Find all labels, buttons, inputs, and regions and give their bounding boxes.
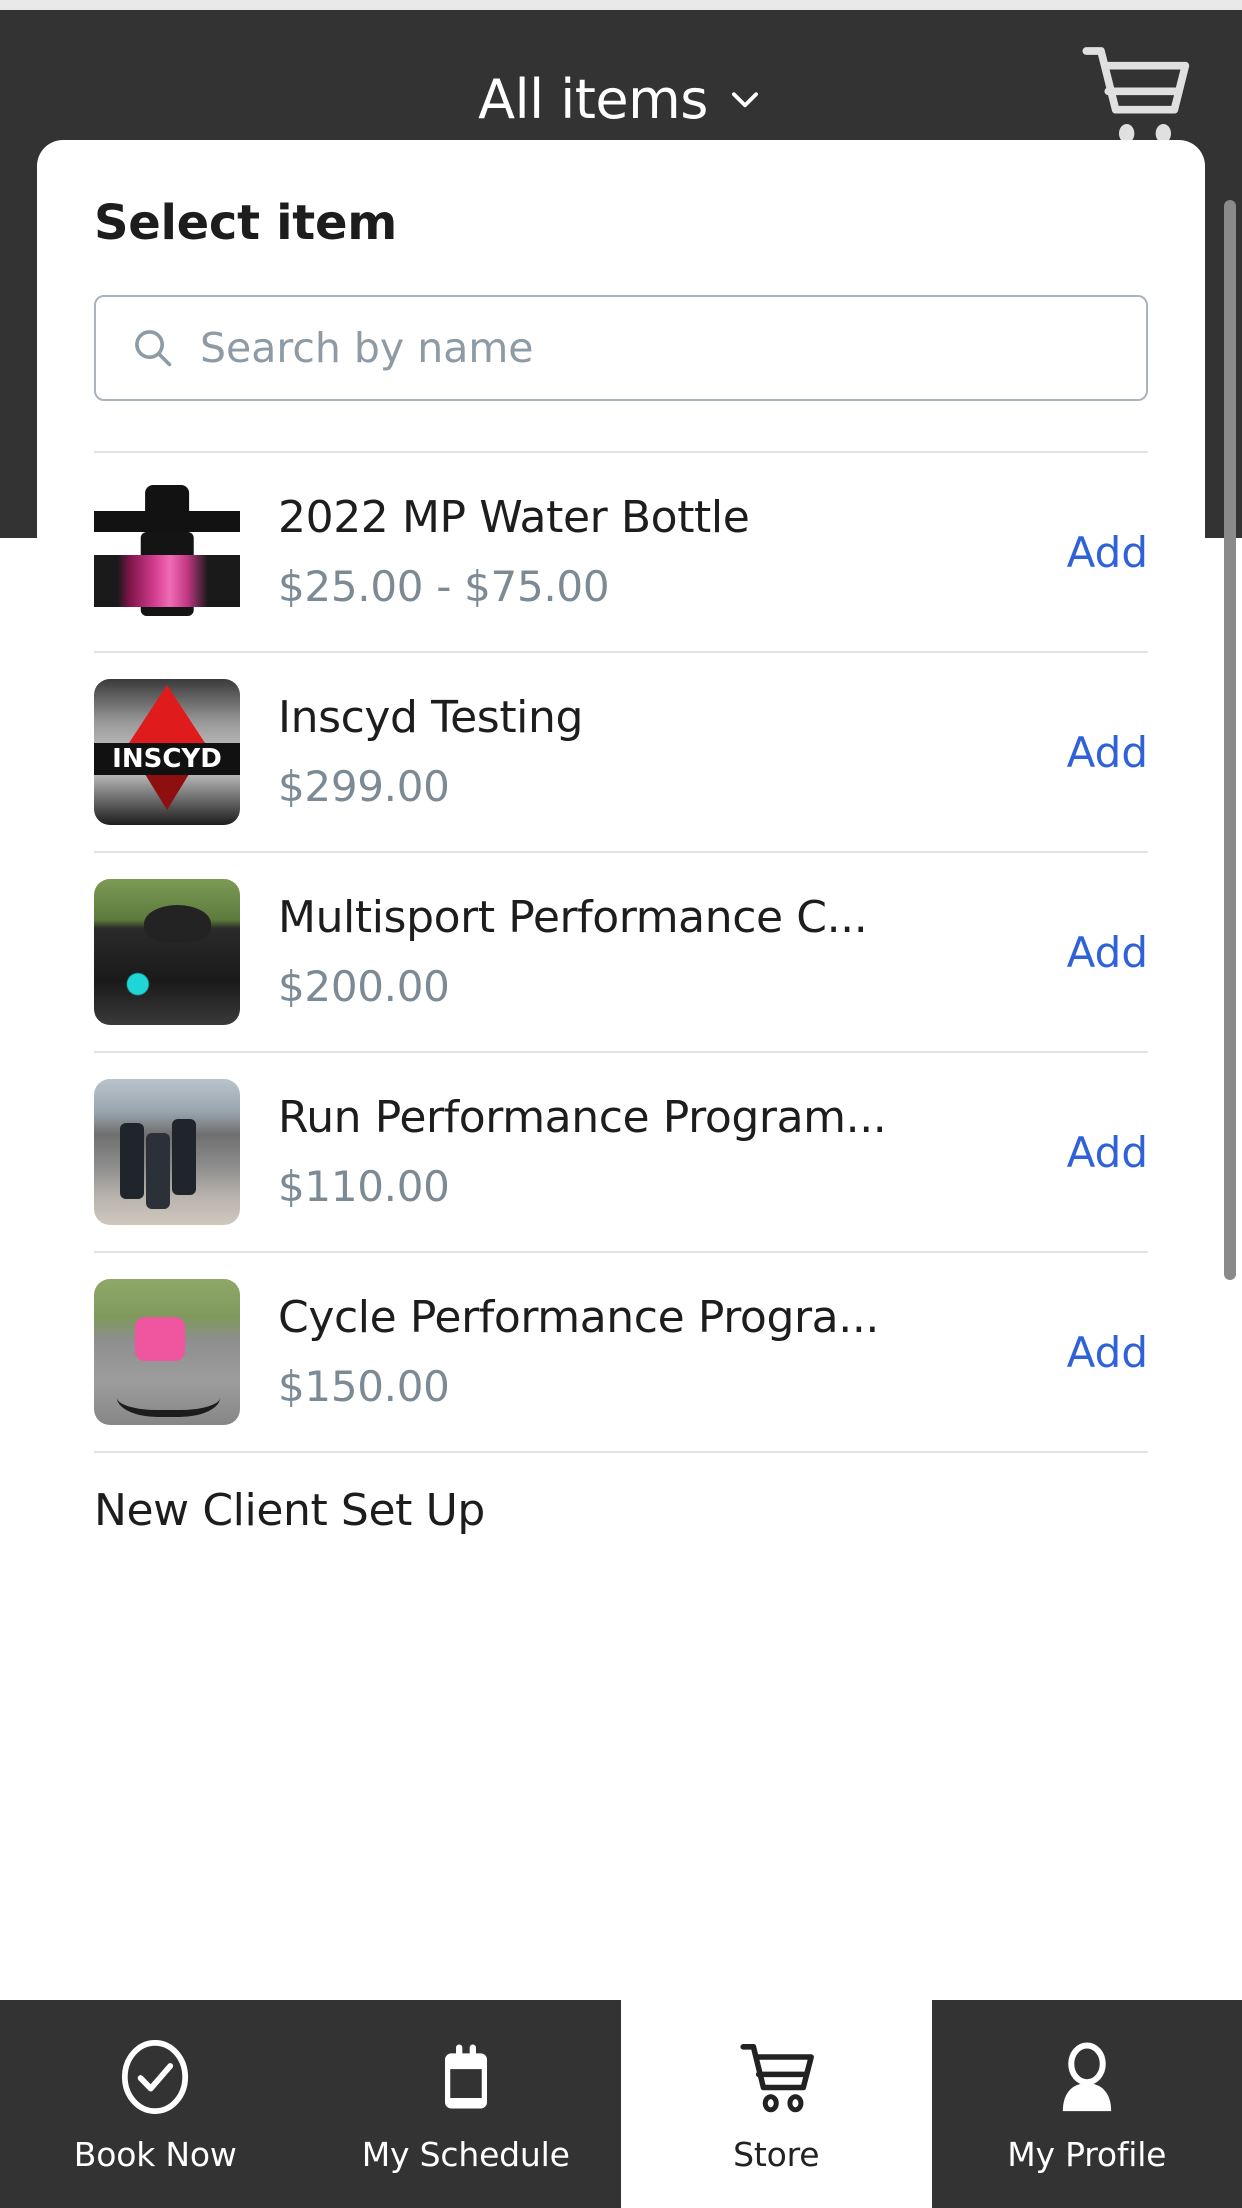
inscyd-logo-thumbnail: INSCYD bbox=[94, 679, 240, 825]
list-item[interactable]: Cycle Performance Progra... $150.00 Add bbox=[94, 1253, 1148, 1451]
list-item[interactable]: Run Performance Program... $110.00 Add bbox=[94, 1053, 1148, 1251]
water-bottle-thumbnail bbox=[94, 479, 240, 625]
nav-label: Book Now bbox=[73, 2134, 237, 2174]
nav-label: Store bbox=[733, 2134, 820, 2174]
item-name: Inscyd Testing bbox=[278, 693, 584, 744]
list-item[interactable]: 2022 MP Water Bottle $25.00 - $75.00 Add bbox=[94, 453, 1148, 651]
app-screen: All items Select item Search by name 202… bbox=[0, 0, 1242, 2208]
list-item[interactable]: INSCYD Inscyd Testing $299.00 Add bbox=[94, 653, 1148, 851]
add-button[interactable]: Add bbox=[1057, 928, 1148, 977]
add-button[interactable]: Add bbox=[1057, 1128, 1148, 1177]
add-button[interactable]: Add bbox=[1057, 1328, 1148, 1377]
status-strip bbox=[0, 0, 1242, 10]
nav-label: My Schedule bbox=[361, 2134, 570, 2174]
add-button[interactable]: Add bbox=[1057, 728, 1148, 777]
cart-button[interactable] bbox=[1074, 40, 1194, 150]
calendar-icon bbox=[444, 2043, 487, 2108]
item-name: Run Performance Program... bbox=[278, 1093, 887, 1144]
all-items-dropdown[interactable]: All items bbox=[478, 68, 764, 131]
list-item[interactable]: Multisport Performance C... $200.00 Add bbox=[94, 853, 1148, 1051]
page-title: Select item bbox=[94, 195, 397, 251]
select-item-sheet: Select item Search by name 2022 MP Water… bbox=[37, 140, 1205, 2208]
item-info: New Client Set Up bbox=[94, 1486, 1148, 1537]
item-price: $25.00 - $75.00 bbox=[278, 561, 610, 611]
item-price: $200.00 bbox=[278, 961, 450, 1011]
nav-item-book-now[interactable]: Book Now bbox=[0, 2000, 311, 2208]
search-icon bbox=[135, 330, 172, 367]
item-price: $150.00 bbox=[278, 1361, 450, 1411]
list-item[interactable]: New Client Set Up bbox=[94, 1453, 1148, 1543]
shopping-cart-icon bbox=[1082, 47, 1190, 144]
nav-item-store[interactable]: Store bbox=[621, 2000, 932, 2208]
item-price: $299.00 bbox=[278, 761, 450, 811]
item-name: New Client Set Up bbox=[94, 1485, 485, 1536]
chevron-down-icon bbox=[731, 92, 758, 108]
item-price: $110.00 bbox=[278, 1161, 450, 1211]
bottom-navigation: Book Now My Schedule Store My Profile bbox=[0, 2000, 1242, 2208]
item-info: Run Performance Program... $110.00 bbox=[240, 1093, 1057, 1211]
item-name: 2022 MP Water Bottle bbox=[278, 493, 750, 544]
item-info: Cycle Performance Progra... $150.00 bbox=[240, 1293, 1057, 1411]
vertical-scrollbar[interactable] bbox=[1224, 200, 1236, 1280]
search-input[interactable] bbox=[200, 324, 1112, 372]
header-title: All items bbox=[478, 67, 708, 131]
search-field[interactable] bbox=[94, 295, 1148, 401]
item-info: Multisport Performance C... $200.00 bbox=[240, 893, 1057, 1011]
nav-item-my-schedule[interactable]: My Schedule bbox=[310, 2000, 621, 2208]
cyclist-thumbnail bbox=[94, 1279, 240, 1425]
shopping-cart-icon bbox=[740, 2043, 815, 2112]
item-name: Multisport Performance C... bbox=[278, 893, 868, 944]
multisport-athletes-thumbnail bbox=[94, 879, 240, 1025]
nav-item-my-profile[interactable]: My Profile bbox=[931, 2000, 1242, 2208]
runners-thumbnail bbox=[94, 1079, 240, 1225]
item-name: Cycle Performance Progra... bbox=[278, 1293, 879, 1344]
item-info: 2022 MP Water Bottle $25.00 - $75.00 bbox=[240, 493, 1057, 611]
person-icon bbox=[1062, 2041, 1111, 2111]
item-info: Inscyd Testing $299.00 bbox=[240, 693, 1057, 811]
add-button[interactable]: Add bbox=[1057, 528, 1148, 577]
nav-label: My Profile bbox=[1007, 2134, 1167, 2174]
check-circle-icon bbox=[122, 2039, 189, 2114]
item-list: 2022 MP Water Bottle $25.00 - $75.00 Add… bbox=[94, 451, 1148, 1543]
